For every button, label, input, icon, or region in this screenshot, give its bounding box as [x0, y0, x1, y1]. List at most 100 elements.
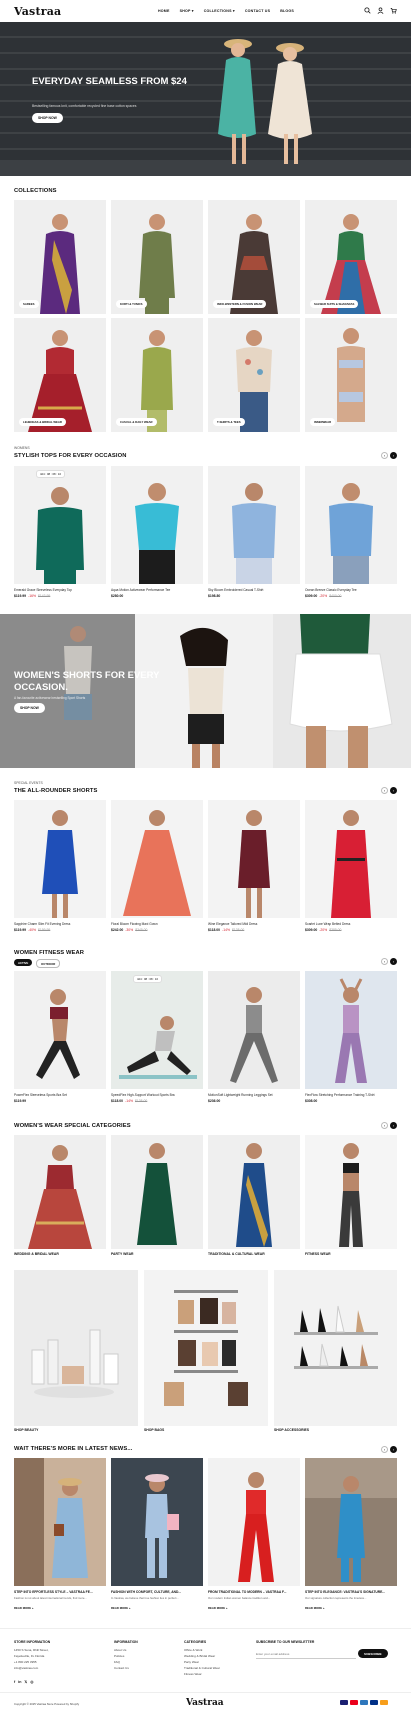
product-name[interactable]: Floral Bloom Flowing Maxi Gown [111, 922, 203, 926]
chevron-right-icon[interactable]: › [390, 787, 397, 794]
product-name[interactable]: MotionSoft Lightweight Running Leggings … [208, 1093, 300, 1097]
product-card[interactable] [305, 466, 397, 584]
subscribe-button[interactable]: SUBSCRIBE [358, 1649, 388, 1658]
read-more-link[interactable]: READ MORE » [14, 1606, 33, 1610]
newsletter-email-input[interactable] [256, 1649, 356, 1659]
footer-phone[interactable]: +1 800 225 3955 [14, 1660, 37, 1664]
category-card[interactable] [14, 1135, 106, 1249]
product-card[interactable] [208, 971, 300, 1089]
collection-card-tshirts[interactable]: T-SHIRTS & TEES [208, 318, 300, 432]
footer-link[interactable]: Policies [114, 1654, 124, 1658]
footer-link[interactable]: Wedding & Bridal Wear [184, 1654, 215, 1658]
collection-card-casual[interactable]: CASUAL & DAILY WEAR [111, 318, 203, 432]
collection-card-salwar[interactable]: SALWAR SUITS & SHARARAS [305, 200, 397, 314]
footer-link[interactable]: FAQ [114, 1660, 120, 1664]
read-more-link[interactable]: READ MORE » [111, 1606, 130, 1610]
product-name[interactable]: SpeedFlex High-Support Workout Sports Br… [111, 1093, 203, 1097]
nav-blogs[interactable]: BLOGS [280, 9, 294, 13]
product-card[interactable] [111, 800, 203, 918]
collection-card-kurti[interactable]: KURTI & TUNICS [111, 200, 203, 314]
product-card[interactable] [305, 971, 397, 1089]
product-name[interactable]: FlexFlow Stretching Performance Training… [305, 1093, 397, 1097]
chevron-right-icon[interactable]: › [390, 452, 397, 459]
footer-link[interactable]: Fitness Wear [184, 1672, 202, 1676]
nav-shop[interactable]: SHOP ▾ [180, 9, 194, 13]
category-label[interactable]: FITNESS WEAR [305, 1252, 331, 1256]
wide-card-label[interactable]: SHOP BAGS [144, 1428, 164, 1432]
product-name[interactable]: Ocean Breeze Classic Everyday Tee [305, 588, 397, 592]
cart-icon[interactable] [390, 7, 397, 14]
product-card[interactable] [14, 971, 106, 1089]
product-card[interactable] [208, 466, 300, 584]
shorts-shop-now-button[interactable]: SHOP NOW [14, 703, 45, 713]
search-icon[interactable] [364, 7, 371, 14]
read-more-link[interactable]: READ MORE » [208, 1606, 227, 1610]
product-card[interactable] [14, 800, 106, 918]
footer-link[interactable]: About Us [114, 1648, 126, 1652]
product-card[interactable] [111, 466, 203, 584]
chevron-left-icon[interactable]: ‹ [381, 1446, 388, 1453]
wide-card-label[interactable]: SHOP BEAUTY [14, 1428, 38, 1432]
chevron-right-icon[interactable]: › [390, 1122, 397, 1129]
collection-card-sarees[interactable]: SAREES [14, 200, 106, 314]
wide-card-bags[interactable] [144, 1270, 268, 1426]
category-card[interactable] [305, 1135, 397, 1249]
wide-card-label[interactable]: SHOP ACCESSORIES [274, 1428, 309, 1432]
linkedin-icon[interactable]: in [18, 1680, 21, 1684]
nav-home[interactable]: HOME [158, 9, 170, 13]
blog-title[interactable]: FROM TRADITIONAL TO MODERN – VASTRAA F..… [208, 1590, 298, 1594]
collection-card-indo-western[interactable]: INDO-WESTERN & FUSION WEAR [208, 200, 300, 314]
nav-contact[interactable]: CONTACT US [245, 9, 270, 13]
special-carousel-arrows: ‹ › [381, 1122, 397, 1129]
tab-outdoor[interactable]: OUTDOOR [36, 959, 61, 968]
user-icon[interactable] [377, 7, 384, 14]
footer-email[interactable]: info@vastraa.com [14, 1666, 38, 1670]
chevron-right-icon[interactable]: › [390, 958, 397, 965]
blog-card[interactable] [208, 1458, 300, 1586]
wide-card-beauty[interactable] [14, 1270, 138, 1426]
chevron-left-icon[interactable]: ‹ [381, 1122, 388, 1129]
instagram-icon[interactable]: ◎ [30, 1680, 33, 1684]
wide-card-accessories[interactable] [274, 1270, 397, 1426]
product-card[interactable] [305, 800, 397, 918]
read-more-link[interactable]: READ MORE » [305, 1606, 324, 1610]
site-logo[interactable]: Vastraa [14, 5, 61, 18]
product-card[interactable]: 424 : 08 : 08 : 10 [111, 971, 203, 1089]
footer-link[interactable]: Office & Work [184, 1648, 202, 1652]
blog-card[interactable] [111, 1458, 203, 1586]
category-card[interactable] [111, 1135, 203, 1249]
product-name[interactable]: Emerald Grace Sleeveless Everyday Top [14, 588, 106, 592]
product-card[interactable]: 424 : 08 : 08 : 10 [14, 466, 106, 584]
product-name[interactable]: Wine Elegance Tailored Midi Dress [208, 922, 300, 926]
category-label[interactable]: PARTY WEAR [111, 1252, 133, 1256]
chevron-left-icon[interactable]: ‹ [381, 787, 388, 794]
product-name[interactable]: Sapphire Charm Slim Fit Evening Dress [14, 922, 106, 926]
collection-card-innerwear[interactable]: INNERWEAR [305, 318, 397, 432]
product-name[interactable]: Sky Bloom Embroidered Casual T-Shirt [208, 588, 300, 592]
blog-title[interactable]: STEP INTO EFFORTLESS STYLE – VASTRAA FE.… [14, 1590, 104, 1594]
nav-collections[interactable]: COLLECTIONS ▾ [204, 9, 235, 13]
product-name[interactable]: Scarlet Luxe Wrap Belted Dress [305, 922, 397, 926]
footer-link[interactable]: Traditional & Cultural Wear [184, 1666, 220, 1670]
blog-title[interactable]: STEP INTO ELEGANCE: VASTRAA'S SIGNATURE.… [305, 1590, 395, 1594]
blog-card[interactable] [305, 1458, 397, 1586]
footer-link[interactable]: Party Wear [184, 1660, 199, 1664]
product-name[interactable]: PowerFlex Sleeveless Sports Bra Set [14, 1093, 106, 1097]
collection-card-lehengas[interactable]: LEHENGAS & BRIDAL WEAR [14, 318, 106, 432]
category-label[interactable]: TRADITIONAL & CULTURAL WEAR [208, 1252, 265, 1256]
facebook-icon[interactable]: f [14, 1680, 15, 1684]
twitter-icon[interactable]: 𝕏 [24, 1680, 27, 1684]
blog-title[interactable]: FASHION WITH COMFORT, CULTURE, AND... [111, 1590, 201, 1594]
footer-logo[interactable]: Vastraa [186, 1698, 224, 1708]
product-name[interactable]: Aqua Motion Activewear Performance Tee [111, 588, 203, 592]
chevron-left-icon[interactable]: ‹ [381, 452, 388, 459]
blog-card[interactable] [14, 1458, 106, 1586]
product-card[interactable] [208, 800, 300, 918]
chevron-right-icon[interactable]: › [390, 1446, 397, 1453]
category-card[interactable] [208, 1135, 300, 1249]
footer-link[interactable]: Contact Us [114, 1666, 129, 1670]
tab-active[interactable]: ACTIVE [14, 959, 33, 966]
hero-shop-now-button[interactable]: SHOP NOW [32, 113, 63, 123]
chevron-left-icon[interactable]: ‹ [381, 958, 388, 965]
category-label[interactable]: WEDDING & BRIDAL WEAR [14, 1252, 59, 1256]
